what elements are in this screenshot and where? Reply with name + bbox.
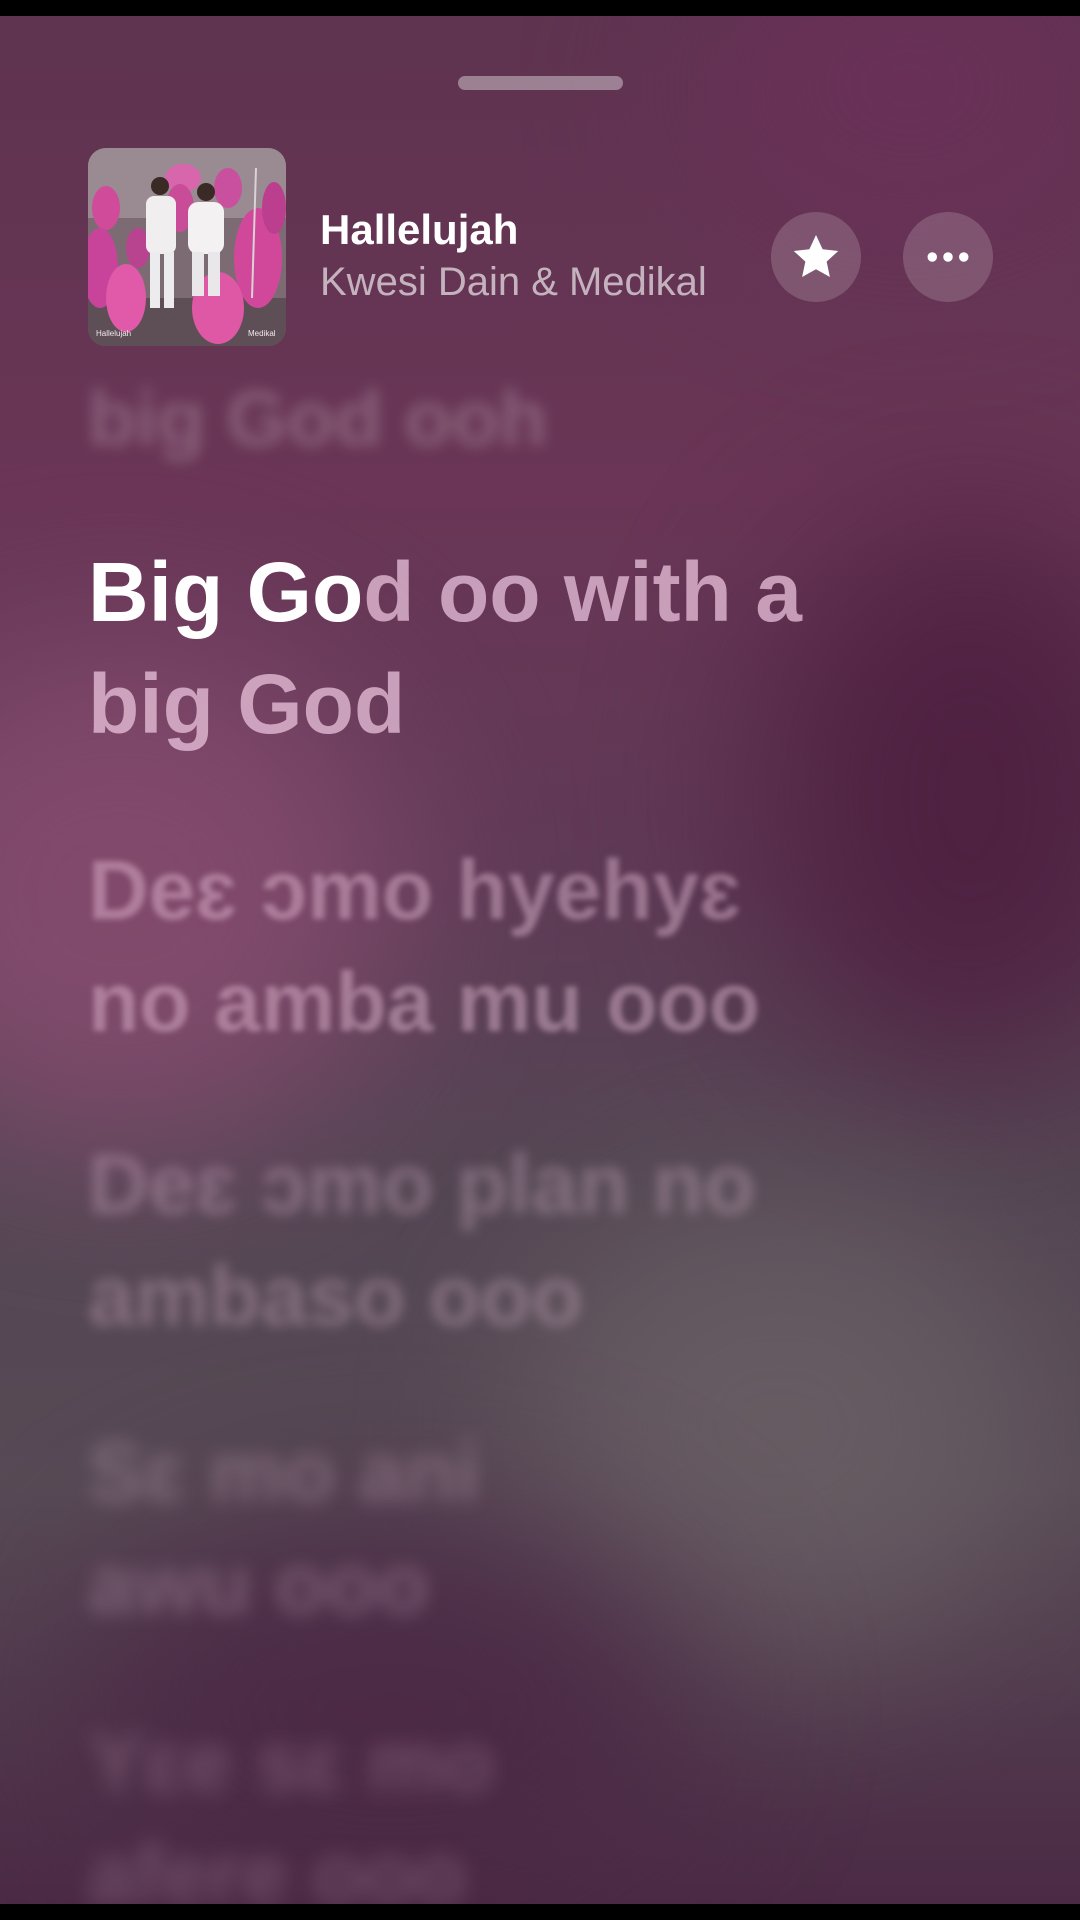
song-title[interactable]: Hallelujah [320,206,518,254]
song-artist[interactable]: Kwesi Dain & Medikal [320,260,707,305]
lyric-line-current[interactable]: Big God oo with a big God [88,536,948,760]
favorite-button[interactable] [771,212,861,302]
lyric-line-upcoming[interactable]: Deɛ ɔmo hyehyɛ no amba mu ooo [88,834,948,1058]
lyric-line-upcoming[interactable]: Deɛ ɔmo plan no ambaso ooo [88,1128,948,1352]
artwork-caption-right: Medikal [248,329,276,338]
album-artwork-image: Hallelujah Medikal [88,148,286,346]
sheet-grabber-handle[interactable] [458,76,623,90]
album-artwork[interactable]: Hallelujah Medikal [88,148,286,346]
lyric-sung-portion: Big Go [88,545,364,639]
background-blob [700,16,1080,236]
more-options-button[interactable] [903,212,993,302]
lyric-line-previous[interactable]: big God ooh [88,362,948,474]
blurred-background: Hallelujah Medikal Hallelujah Kwesi Dain… [0,16,1080,1904]
lyric-line-upcoming[interactable]: Yɛe sɛ mo afere ooo [88,1706,948,1904]
lyric-line-upcoming[interactable]: Sɛ mo ani awu ooo [88,1416,948,1640]
lyrics-screen: Hallelujah Medikal Hallelujah Kwesi Dain… [0,0,1080,1920]
ellipsis-icon [927,252,969,262]
star-icon [793,234,839,278]
artwork-caption-left: Hallelujah [96,329,131,338]
